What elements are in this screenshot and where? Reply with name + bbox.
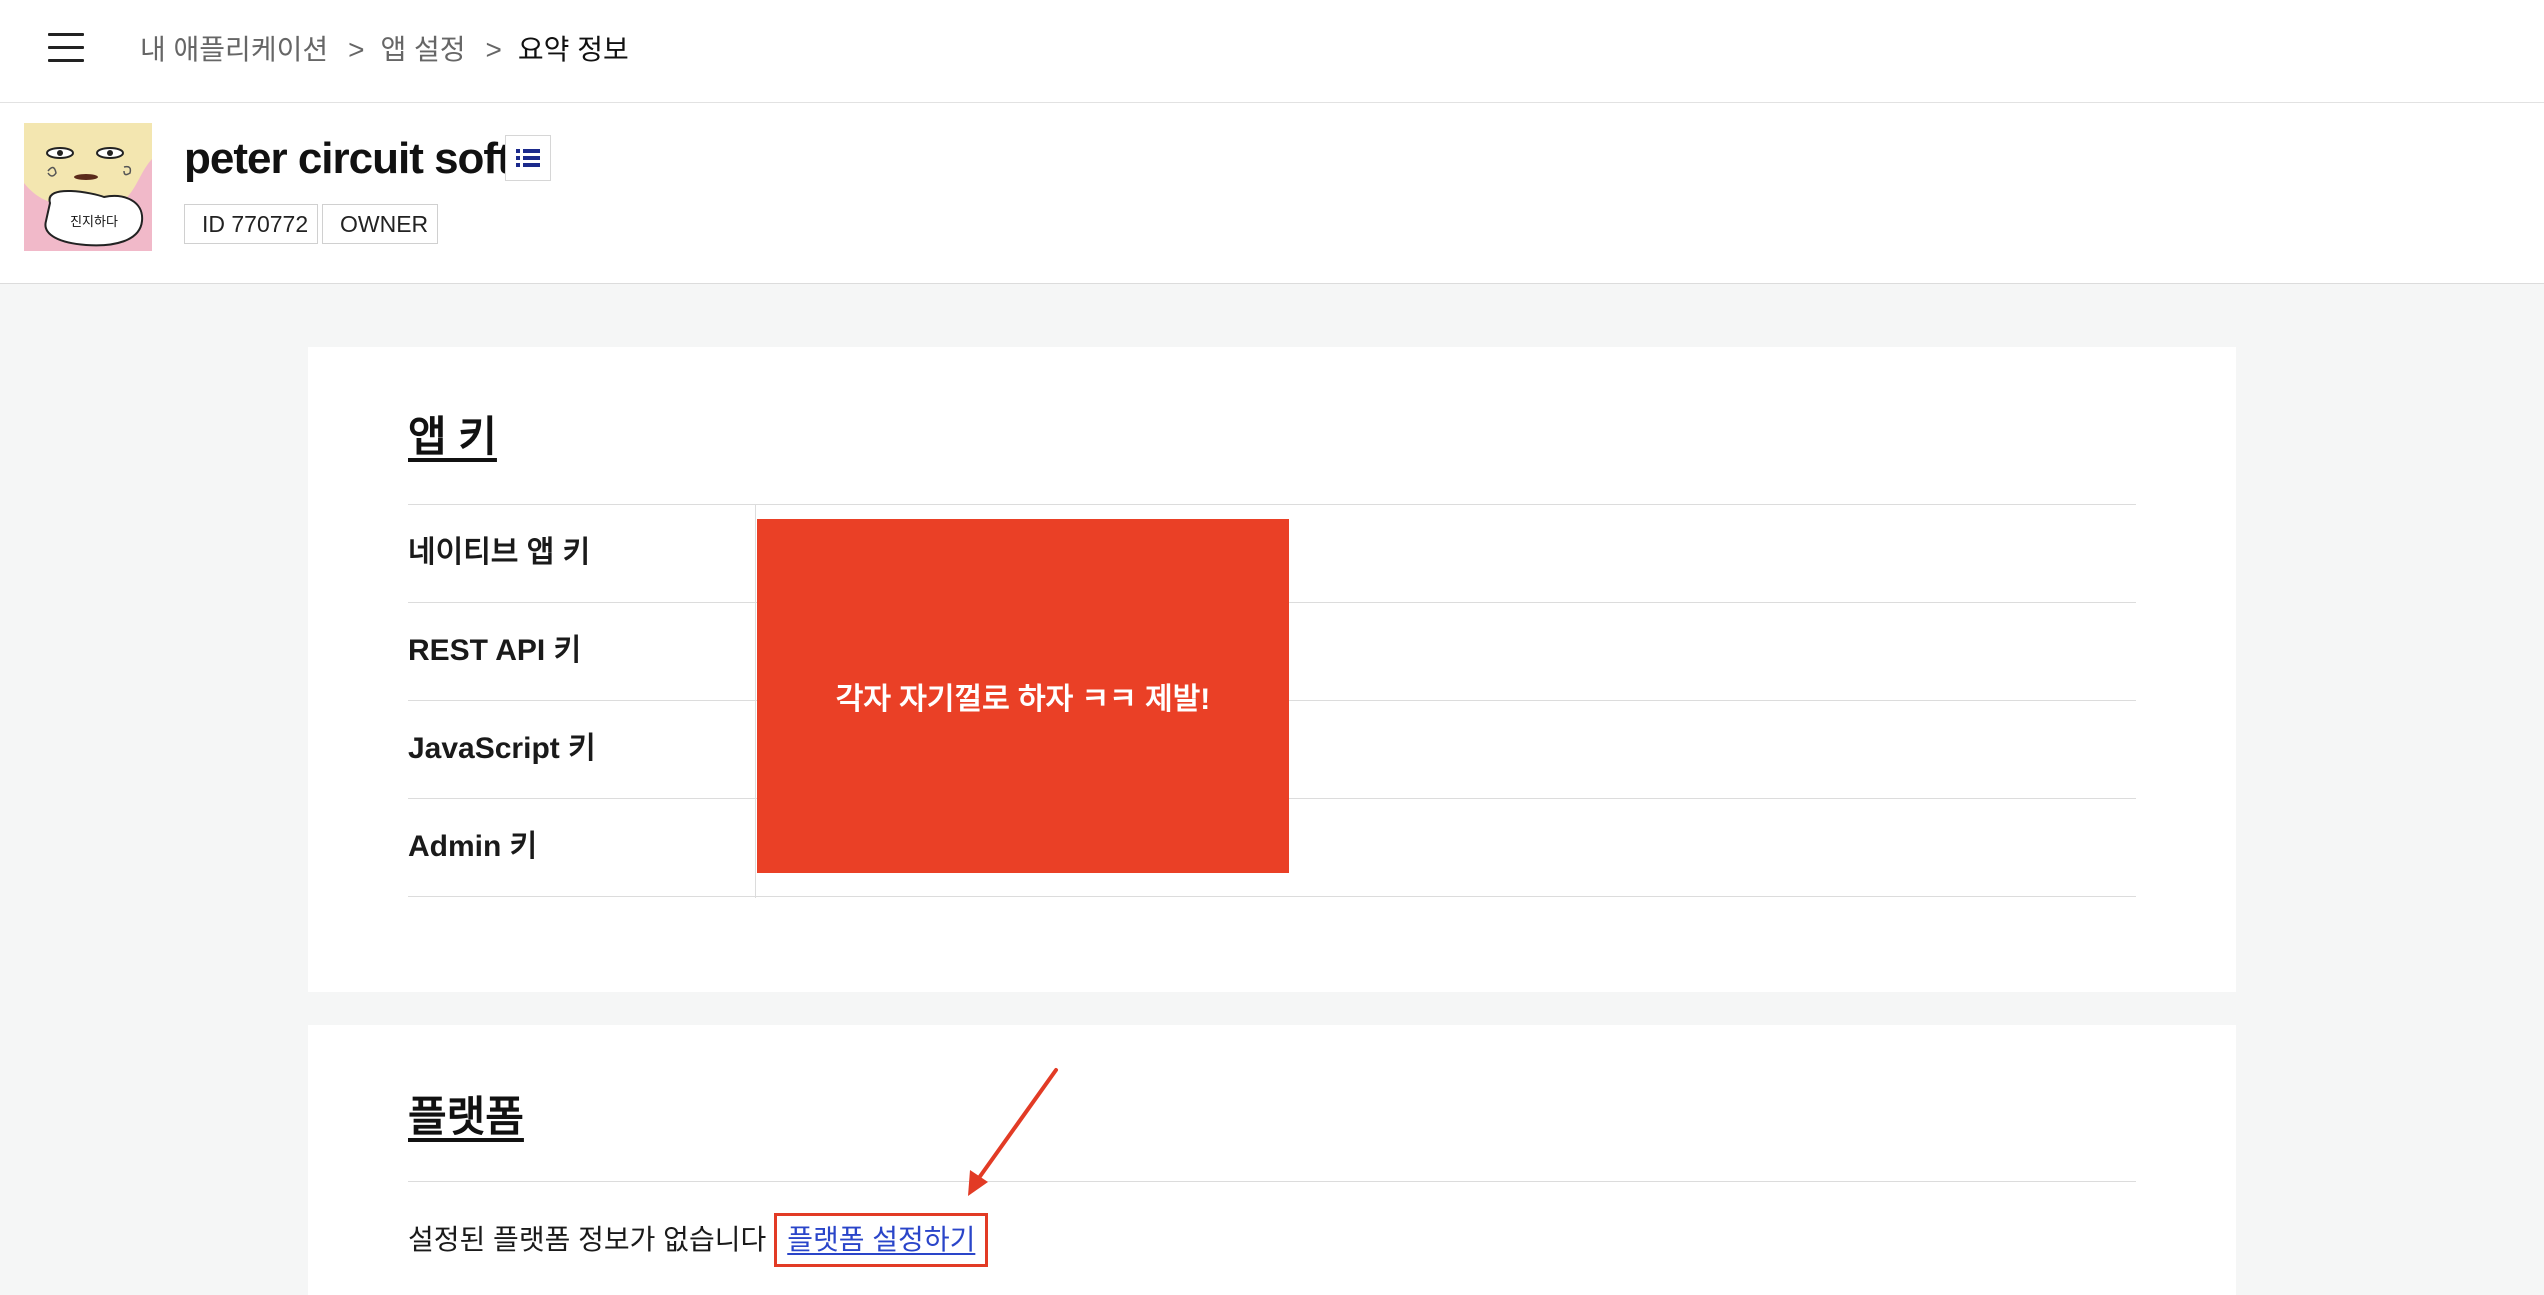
breadcrumb-app-settings[interactable]: 앱 설정 xyxy=(380,30,465,70)
app-list-button[interactable] xyxy=(505,135,551,181)
breadcrumb-separator: > xyxy=(348,34,365,65)
key-label: Admin 키 xyxy=(408,830,538,863)
divider xyxy=(408,1181,2136,1182)
platform-empty-message: 설정된 플랫폼 정보가 없습니다 플랫폼 설정하기 xyxy=(408,1213,989,1267)
breadcrumb-my-applications[interactable]: 내 애플리케이션 xyxy=(140,30,328,70)
app-name: peter circuit soft xyxy=(184,134,512,183)
app-key-title: 앱 키 xyxy=(408,413,497,460)
platform-section: 플랫폼 설정된 플랫폼 정보가 없습니다 플랫폼 설정하기 xyxy=(308,1025,2236,1295)
app-icon: 진지하다 xyxy=(24,123,152,251)
menu-icon[interactable] xyxy=(48,33,84,63)
app-header: 진지하다 peter circuit soft ID 770772 OWNER xyxy=(0,103,2544,284)
role-badge: OWNER xyxy=(322,204,438,244)
breadcrumb-separator: > xyxy=(485,34,502,65)
app-key-section: 앱 키 네이티브 앱 키 REST API 키 JavaScript 키 Adm… xyxy=(308,347,2236,992)
key-label: 네이티브 앱 키 xyxy=(408,536,591,569)
platform-title: 플랫폼 xyxy=(408,1093,524,1140)
breadcrumb: 내 애플리케이션 > 앱 설정 > 요약 정보 xyxy=(140,30,629,70)
key-label: REST API 키 xyxy=(408,634,582,667)
breadcrumb-summary: 요약 정보 xyxy=(517,34,629,65)
app-id-badge: ID 770772 xyxy=(184,204,318,244)
redaction-overlay: 각자 자기껄로 하자 ㅋㅋ 제발! xyxy=(757,519,1289,873)
platform-empty-text: 설정된 플랫폼 정보가 없습니다 xyxy=(408,1224,767,1255)
list-icon xyxy=(516,149,540,167)
app-icon-caption: 진지하다 xyxy=(70,215,118,230)
top-bar: 내 애플리케이션 > 앱 설정 > 요약 정보 xyxy=(0,0,2544,103)
key-label: JavaScript 키 xyxy=(408,732,596,765)
annotation-arrow-icon xyxy=(968,1068,1058,1196)
platform-setup-link[interactable]: 플랫폼 설정하기 xyxy=(774,1213,989,1267)
